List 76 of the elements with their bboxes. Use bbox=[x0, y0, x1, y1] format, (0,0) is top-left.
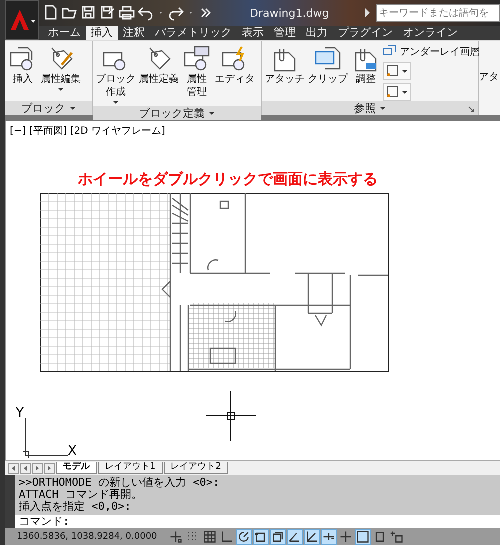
ribbon-tab[interactable]: パラメトリック bbox=[150, 26, 237, 40]
annotation-text: ホイールをダブルクリックで画面に表示する bbox=[78, 170, 378, 189]
caret-icon bbox=[402, 90, 408, 94]
ribbon-tab[interactable]: オンライン bbox=[398, 26, 463, 40]
sc-icon bbox=[390, 530, 404, 544]
panel-title[interactable]: ブロック bbox=[5, 101, 92, 115]
ribbon-button[interactable]: 属性定義 bbox=[138, 43, 180, 106]
new-icon[interactable] bbox=[43, 5, 59, 21]
caret-icon bbox=[380, 106, 386, 110]
osnap3d-toggle[interactable] bbox=[270, 528, 286, 544]
lineweight-icon bbox=[339, 530, 353, 544]
polar-toggle[interactable] bbox=[236, 528, 252, 544]
caret-icon bbox=[58, 88, 64, 91]
transparency-icon bbox=[356, 530, 370, 544]
ribbon-button[interactable]: アタ bbox=[479, 71, 499, 115]
osnap-toggle[interactable] bbox=[253, 528, 269, 544]
dialog-launcher-icon[interactable] bbox=[468, 106, 475, 113]
qp-icon bbox=[373, 530, 387, 544]
dropdown-button[interactable] bbox=[383, 83, 411, 101]
block-icon bbox=[182, 45, 212, 73]
ribbon-tab[interactable]: 出力 bbox=[301, 26, 333, 40]
grid-icon bbox=[203, 530, 217, 544]
ucs-axes-icon bbox=[22, 418, 68, 458]
ribbon-button[interactable]: 属性編集 bbox=[40, 43, 82, 101]
ribbon-tab[interactable]: プラグイン bbox=[333, 26, 398, 40]
frame-icon bbox=[386, 64, 400, 78]
polar-icon bbox=[237, 530, 251, 544]
command-history-line: ATTACH コマンド再開。 bbox=[19, 489, 144, 501]
otrack-toggle[interactable] bbox=[287, 528, 303, 544]
ribbon-tab[interactable]: ホーム bbox=[43, 26, 86, 40]
print-icon[interactable] bbox=[119, 5, 135, 21]
ribbon-button[interactable]: 挿入 bbox=[7, 43, 39, 101]
layout-tab[interactable]: レイアウト1 bbox=[98, 462, 163, 474]
search-field[interactable]: キーワードまたは語句を bbox=[376, 4, 500, 22]
ducs-icon bbox=[305, 530, 319, 544]
y-axis-label: Y bbox=[16, 406, 24, 421]
ribbon-button[interactable]: アタッチ bbox=[264, 43, 306, 101]
command-history-line: >>ORTHOMODE の新しい値を入力 <0>: bbox=[19, 477, 221, 489]
grid-toggle[interactable] bbox=[202, 528, 218, 544]
save-icon[interactable] bbox=[81, 5, 97, 21]
ribbon-button[interactable]: 調整 bbox=[350, 43, 382, 101]
coordinates-readout: 1360.5836, 1038.9284, 0.0000 bbox=[16, 532, 158, 542]
command-history-line: 挿入点を指定 <0,0>: bbox=[19, 501, 132, 513]
osnap3d-icon bbox=[271, 530, 285, 544]
ribbon-button[interactable]: エディタ bbox=[214, 43, 256, 106]
ducs-toggle[interactable] bbox=[304, 528, 320, 544]
dropdown-button[interactable] bbox=[383, 62, 411, 80]
ribbon-tab[interactable]: 表示 bbox=[237, 26, 269, 40]
layout-tab[interactable]: モデル bbox=[56, 462, 97, 474]
panel-title[interactable]: 参照 bbox=[262, 101, 478, 115]
underlay-layers-button[interactable]: アンダーレイ画層 bbox=[383, 45, 480, 59]
frame-icon bbox=[386, 85, 400, 99]
x-axis-label: X bbox=[68, 444, 77, 459]
transparency-toggle[interactable] bbox=[355, 528, 371, 544]
caret-icon bbox=[70, 106, 76, 110]
dyn-toggle[interactable] bbox=[321, 528, 337, 544]
ribbon-tab[interactable]: 注釈 bbox=[118, 26, 150, 40]
ribbon-button[interactable]: 属性 管理 bbox=[181, 43, 213, 106]
snap-icon bbox=[169, 530, 183, 544]
info-arrow-icon[interactable] bbox=[365, 8, 370, 18]
viewport-controls[interactable]: [−] [平面図] [2D ワイヤフレーム] bbox=[10, 124, 166, 138]
redo-icon[interactable] bbox=[168, 5, 184, 21]
undo-icon[interactable] bbox=[138, 5, 154, 21]
drawing-area[interactable]: [−] [平面図] [2D ワイヤフレーム] ホイールをダブルクリックで画面に表示する Y X bbox=[5, 121, 500, 460]
crosshair-cursor-icon bbox=[206, 391, 256, 441]
ribbon-tab[interactable]: 挿入 bbox=[86, 26, 118, 40]
saveas-icon[interactable] bbox=[100, 5, 116, 21]
document-title: Drawing1.dwg bbox=[250, 6, 330, 20]
panel-title[interactable]: ブロック定義 bbox=[93, 106, 261, 120]
layout-tab[interactable]: レイアウト2 bbox=[164, 462, 228, 474]
caret-icon bbox=[209, 112, 215, 114]
command-line-field[interactable]: コマンド: bbox=[15, 515, 500, 529]
ribbon-tab[interactable]: 管理 bbox=[269, 26, 301, 40]
ribbon-button[interactable]: クリップ bbox=[307, 43, 349, 101]
caret-icon bbox=[402, 70, 408, 72]
ortho-icon bbox=[220, 530, 234, 544]
